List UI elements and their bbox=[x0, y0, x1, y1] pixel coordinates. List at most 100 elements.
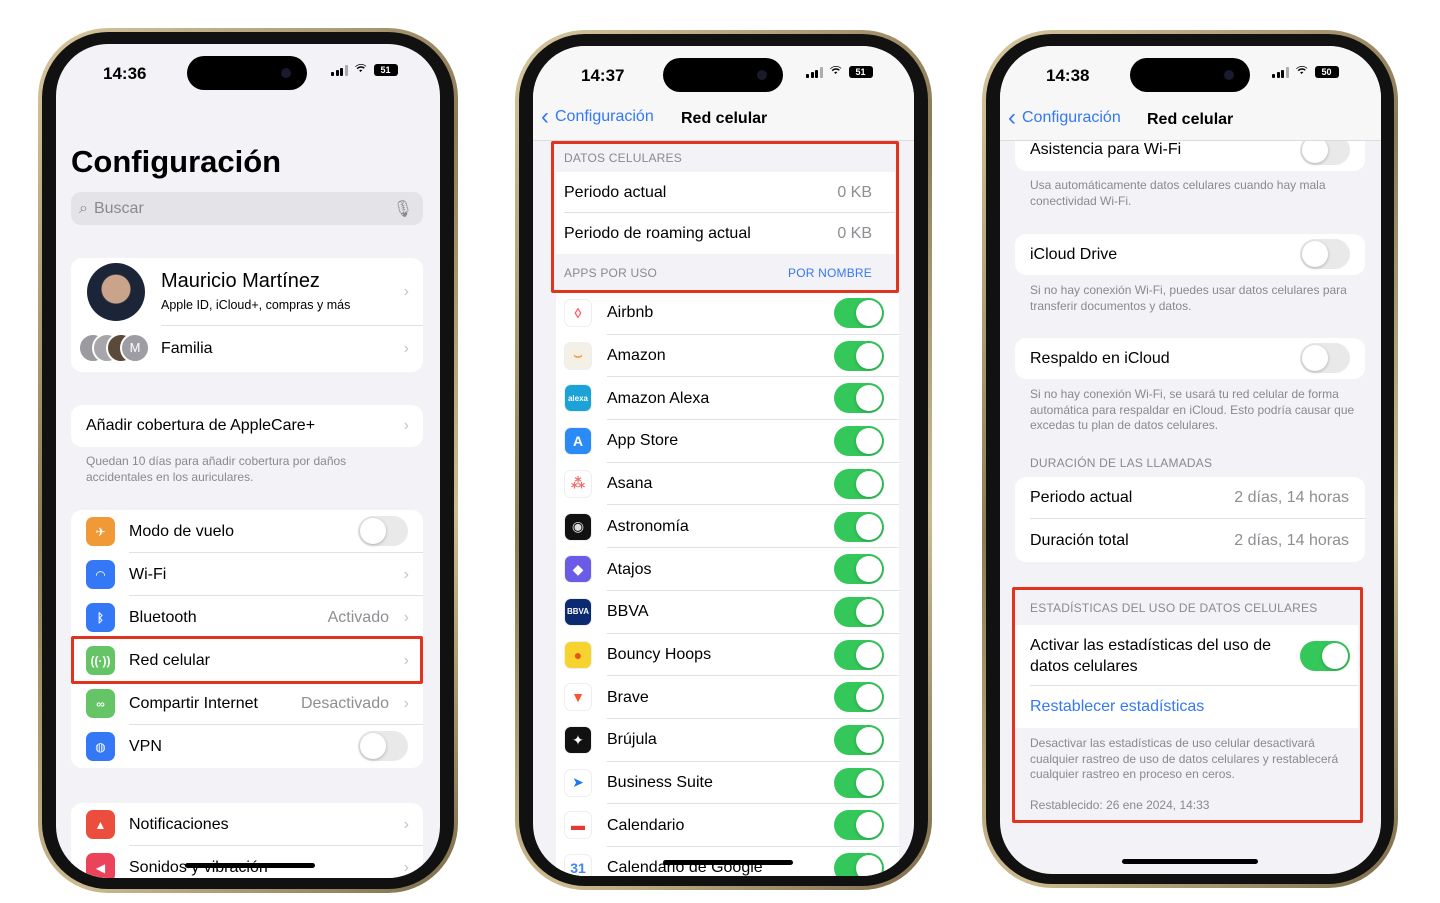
app-row: ▬ Calendario bbox=[556, 804, 899, 848]
icloud-backup-footer: Si no hay conexión Wi-Fi, se usará tu re… bbox=[1030, 387, 1355, 432]
home-indicator[interactable] bbox=[1122, 859, 1258, 864]
avatar bbox=[87, 263, 145, 321]
applecare-row[interactable]: Añadir cobertura de AppleCare+ › bbox=[71, 405, 423, 447]
app-row: ✦ Brújula bbox=[556, 719, 899, 762]
page-title: Configuración bbox=[71, 144, 282, 179]
back-button[interactable]: ‹ Configuración bbox=[541, 105, 654, 129]
app-row: A App Store bbox=[556, 420, 899, 463]
chevron-right-icon: › bbox=[403, 608, 409, 626]
app-data-toggle[interactable] bbox=[834, 682, 884, 713]
back-button[interactable]: ‹ Configuración bbox=[1008, 104, 1121, 131]
settings-row-1[interactable]: ◠ Wi-Fi › bbox=[71, 553, 423, 596]
calls-header: DURACIÓN DE LAS LLAMADAS bbox=[1030, 456, 1213, 470]
settings-row-4[interactable]: ∞ Compartir Internet Desactivado › bbox=[71, 682, 423, 725]
profile-card: Mauricio Martínez Apple ID, iCloud+, com… bbox=[71, 258, 423, 372]
icloud-drive-toggle[interactable] bbox=[1300, 239, 1350, 269]
settings-row-5[interactable]: ◍ VPN bbox=[71, 725, 423, 768]
status-time: 14:37 bbox=[581, 66, 625, 85]
call-current-period-row: Periodo actual 2 días, 14 horas bbox=[1015, 477, 1365, 519]
speaker-icon: ◀ bbox=[86, 853, 115, 878]
app-data-toggle[interactable] bbox=[834, 853, 884, 876]
profile-subtitle: Apple ID, iCloud+, compras y más bbox=[161, 298, 351, 312]
app-data-toggle[interactable] bbox=[834, 596, 884, 627]
alexa-icon: alexa bbox=[564, 384, 592, 413]
app-row: BBVA BBVA bbox=[556, 591, 899, 634]
app-label: Brave bbox=[607, 688, 649, 706]
bbva-icon: BBVA bbox=[564, 597, 592, 626]
back-label: Configuración bbox=[555, 108, 654, 125]
airplane-icon: ✈ bbox=[86, 517, 115, 546]
chevron-right-icon: › bbox=[403, 694, 409, 712]
settings-row-label: Bluetooth bbox=[129, 608, 197, 626]
icloud-drive-row: iCloud Drive bbox=[1015, 234, 1365, 275]
home-indicator[interactable] bbox=[663, 860, 793, 865]
settings-row-2[interactable]: ᛒ Bluetooth Activado › bbox=[71, 596, 423, 639]
app-data-toggle[interactable] bbox=[834, 298, 884, 328]
settings-row-0[interactable]: ▲ Notificaciones › bbox=[71, 803, 423, 846]
app-data-toggle[interactable] bbox=[834, 340, 884, 371]
home-indicator[interactable] bbox=[185, 863, 315, 868]
app-row: ⁂ Asana bbox=[556, 463, 899, 506]
toggle[interactable] bbox=[358, 731, 408, 761]
app-data-toggle[interactable] bbox=[834, 383, 884, 414]
call-total-row: Duración total 2 días, 14 horas bbox=[1030, 531, 1349, 549]
business-suite-icon: ➤ bbox=[564, 768, 592, 797]
status-time: 14:38 bbox=[1046, 66, 1090, 85]
wifi-status-icon bbox=[828, 66, 844, 78]
settings-row-0[interactable]: ✈ Modo de vuelo bbox=[71, 510, 423, 553]
link-icon: ∞ bbox=[86, 689, 115, 718]
app-row: ◆ Atajos bbox=[556, 548, 899, 591]
signal-icon bbox=[1272, 66, 1289, 78]
bell-icon: ▲ bbox=[86, 810, 115, 839]
chevron-right-icon: › bbox=[403, 815, 409, 833]
chevron-right-icon: › bbox=[403, 283, 409, 300]
app-row: alexa Amazon Alexa bbox=[556, 377, 899, 421]
settings-row-value: Activado bbox=[327, 608, 389, 626]
settings-row-label: Notificaciones bbox=[129, 815, 229, 833]
app-data-toggle[interactable] bbox=[834, 639, 884, 670]
icloud-backup-row: Respaldo en iCloud bbox=[1015, 338, 1365, 379]
app-label: Asana bbox=[607, 475, 653, 493]
dynamic-island bbox=[187, 56, 307, 90]
toggle[interactable] bbox=[358, 516, 408, 546]
chevron-left-icon: ‹ bbox=[1008, 104, 1016, 131]
app-label: Brújula bbox=[607, 731, 657, 749]
app-data-toggle[interactable] bbox=[834, 426, 884, 457]
settings-row-label: Wi-Fi bbox=[129, 565, 167, 583]
highlight-box bbox=[1012, 587, 1363, 823]
astronomy-icon: ◉ bbox=[564, 512, 592, 541]
wifi-assist-footer: Usa automáticamente datos celulares cuan… bbox=[1030, 178, 1326, 208]
app-data-toggle[interactable] bbox=[834, 767, 884, 798]
settings-row-label: Compartir Internet bbox=[129, 694, 258, 712]
status-icons: 51 bbox=[806, 66, 873, 78]
apple-id-row[interactable]: Mauricio Martínez Apple ID, iCloud+, com… bbox=[71, 258, 423, 326]
icloud-backup-toggle[interactable] bbox=[1300, 343, 1350, 373]
chevron-right-icon: › bbox=[403, 417, 409, 434]
settings-row-1[interactable]: ◀Sonidos y vibración› bbox=[71, 846, 423, 878]
app-data-toggle[interactable] bbox=[834, 725, 884, 755]
app-data-toggle[interactable] bbox=[834, 810, 884, 841]
search-input[interactable]: ⌕ Buscar 🎙 bbox=[71, 192, 423, 225]
signal-icon bbox=[331, 64, 348, 76]
app-data-toggle[interactable] bbox=[834, 511, 884, 542]
family-avatars: M bbox=[78, 333, 154, 365]
calls-card: Periodo actual 2 días, 14 horas Duración … bbox=[1015, 477, 1365, 562]
search-placeholder: Buscar bbox=[93, 199, 144, 217]
chevron-right-icon: › bbox=[403, 565, 409, 583]
dynamic-island bbox=[663, 58, 783, 92]
cellular-screen: ◊ Airbnb ⌣ Amazon alexa Amazon Alexa A App Stor… bbox=[533, 46, 914, 876]
brave-icon: ▼ bbox=[564, 683, 592, 712]
chevron-right-icon: › bbox=[403, 858, 409, 876]
app-label: Business Suite bbox=[607, 774, 713, 792]
search-icon: ⌕ bbox=[79, 199, 88, 217]
family-row[interactable]: M Familia › bbox=[71, 326, 423, 372]
app-label: Astronomía bbox=[607, 517, 689, 535]
app-data-toggle[interactable] bbox=[834, 554, 884, 585]
app-data-toggle[interactable] bbox=[834, 468, 884, 499]
globe-icon: ◍ bbox=[86, 732, 115, 761]
applecare-footer: Quedan 10 días para añadir cobertura por… bbox=[86, 454, 347, 484]
microphone-icon[interactable]: 🎙 bbox=[393, 199, 413, 219]
wifi-status-icon bbox=[353, 64, 369, 76]
app-label: Amazon Alexa bbox=[607, 389, 710, 407]
settings-row-label: Modo de vuelo bbox=[129, 522, 234, 540]
